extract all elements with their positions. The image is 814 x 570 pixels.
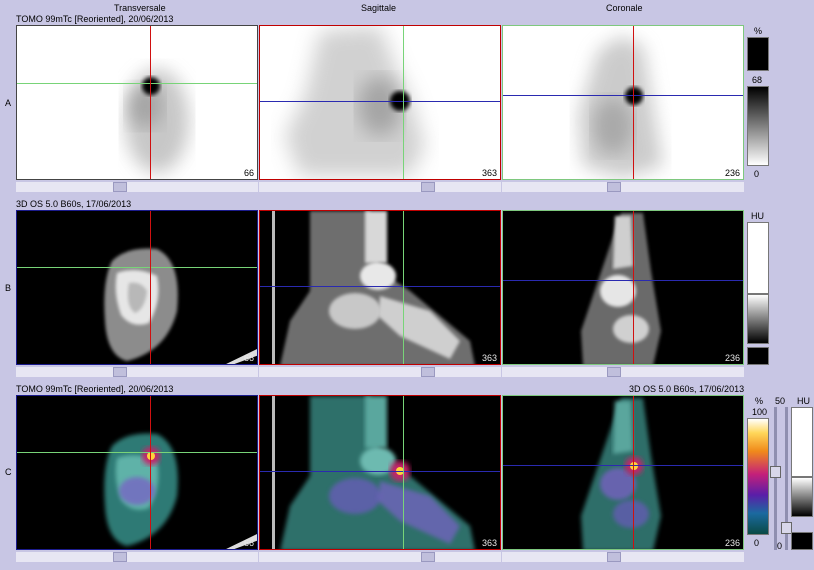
slice-number: 66 — [243, 168, 254, 178]
crosshair-horizontal — [17, 267, 257, 268]
crosshair-vertical — [150, 211, 151, 364]
row-c-transversal-scrollbar[interactable] — [16, 552, 258, 562]
row-a-transversal-view[interactable]: 66 — [16, 25, 258, 180]
colorbar-a-overflow-swatch — [747, 37, 769, 71]
crosshair-vertical — [403, 26, 404, 179]
ct-transversal-image — [104, 248, 257, 364]
scroll-thumb[interactable] — [421, 552, 435, 562]
colorbar-c-hu-min: 0 — [777, 541, 783, 551]
colorbar-c-max: 100 — [752, 407, 768, 417]
scroll-thumb[interactable] — [607, 552, 621, 562]
crosshair-horizontal — [17, 452, 257, 453]
fused-coronal-image — [581, 398, 661, 549]
crosshair-vertical — [150, 26, 151, 179]
row-a-coronal-scrollbar[interactable] — [502, 182, 744, 192]
row-c-header-left: TOMO 99mTc [Reoriented], 20/06/2013 — [16, 384, 174, 394]
crosshair-vertical — [633, 26, 634, 179]
scroll-thumb[interactable] — [113, 552, 127, 562]
colorbar-c-hu-gradient[interactable] — [791, 477, 813, 517]
row-b-transversal-scrollbar[interactable] — [16, 367, 258, 377]
scroll-thumb[interactable] — [113, 182, 127, 192]
row-a-coronal-view[interactable]: 236 — [502, 25, 744, 180]
row-b-coronal-view[interactable]: 236 — [502, 210, 744, 365]
row-c-coronal-view[interactable]: 236 — [502, 395, 744, 550]
slice-number: 236 — [724, 538, 740, 548]
nm-sagittal-image — [285, 26, 425, 176]
row-b-header: 3D OS 5.0 B60s, 17/06/2013 — [16, 199, 132, 209]
ct-coronal-image — [581, 213, 661, 364]
scroll-thumb[interactable] — [113, 367, 127, 377]
row-c-coronal-scrollbar[interactable] — [502, 552, 744, 562]
colorbar-a-max: 68 — [752, 75, 763, 85]
slice-number: 363 — [481, 168, 497, 178]
colorbar-a-min: 0 — [754, 169, 760, 179]
row-a-sagittal-view[interactable]: 363 — [259, 25, 501, 180]
row-a-sagittal-scrollbar[interactable] — [259, 182, 501, 192]
crosshair-horizontal — [260, 286, 500, 287]
ct-sagittal-image — [272, 211, 475, 364]
row-c-letter: C — [5, 467, 12, 477]
colorbar-c-pet-gradient[interactable] — [747, 418, 769, 535]
crosshair-horizontal — [503, 280, 743, 281]
colorbar-b-black-swatch — [747, 347, 769, 365]
row-b-sagittal-scrollbar[interactable] — [259, 367, 501, 377]
colorbar-c-hu-unit: HU — [797, 396, 810, 406]
colorbar-b-white-swatch — [747, 222, 769, 294]
slice-number: 363 — [481, 353, 497, 363]
row-b-letter: B — [5, 283, 12, 293]
colorbar-b-gradient[interactable] — [747, 294, 769, 344]
crosshair-vertical — [403, 396, 404, 549]
crosshair-horizontal — [503, 465, 743, 466]
slice-number: 236 — [724, 353, 740, 363]
row-c-transversal-view[interactable]: 66 — [16, 395, 258, 550]
scroll-thumb[interactable] — [421, 367, 435, 377]
column-title-transversal: Transversale — [114, 3, 166, 13]
crosshair-vertical — [633, 211, 634, 364]
crosshair-horizontal — [260, 101, 500, 102]
fused-sagittal-image — [272, 396, 475, 549]
row-b-sagittal-view[interactable]: 363 — [259, 210, 501, 365]
colorbar-b-unit: HU — [751, 211, 764, 221]
slice-number: 66 — [243, 353, 254, 363]
row-b-transversal-view[interactable]: 66 — [16, 210, 258, 365]
colorbar-c-pct-unit: % — [755, 396, 764, 406]
crosshair-vertical — [150, 396, 151, 549]
colorbar-c-hu-black-swatch — [791, 532, 813, 550]
nm-coronal-image — [578, 36, 663, 178]
column-title-coronal: Coronale — [606, 3, 643, 13]
slice-number: 236 — [724, 168, 740, 178]
row-a-letter: A — [5, 98, 12, 108]
crosshair-vertical — [633, 396, 634, 549]
slice-number: 363 — [481, 538, 497, 548]
crosshair-vertical — [403, 211, 404, 364]
scroll-thumb[interactable] — [607, 182, 621, 192]
row-a-transversal-scrollbar[interactable] — [16, 182, 258, 192]
blend-slider-track[interactable] — [774, 407, 777, 550]
blend-slider-thumb[interactable] — [770, 466, 781, 478]
row-b-coronal-scrollbar[interactable] — [502, 367, 744, 377]
row-c-sagittal-view[interactable]: 363 — [259, 395, 501, 550]
crosshair-horizontal — [503, 95, 743, 96]
row-a-header: TOMO 99mTc [Reoriented], 20/06/2013 — [16, 14, 174, 24]
crosshair-horizontal — [17, 83, 257, 84]
colorbar-a-gradient[interactable] — [747, 86, 769, 166]
colorbar-a-unit: % — [754, 26, 763, 36]
row-c-header-right: 3D OS 5.0 B60s, 17/06/2013 — [629, 384, 745, 394]
row-c-sagittal-scrollbar[interactable] — [259, 552, 501, 562]
scroll-thumb[interactable] — [607, 367, 621, 377]
fused-transversal-image — [104, 433, 257, 549]
slice-number: 66 — [243, 538, 254, 548]
colorbar-c-hu-white-swatch — [791, 407, 813, 477]
colorbar-c-min: 0 — [754, 538, 760, 548]
scroll-thumb[interactable] — [421, 182, 435, 192]
blend-slider-label: 50 — [775, 396, 786, 406]
nm-transversal-image — [125, 69, 189, 173]
crosshair-horizontal — [260, 471, 500, 472]
column-title-sagittal: Sagittale — [361, 3, 397, 13]
